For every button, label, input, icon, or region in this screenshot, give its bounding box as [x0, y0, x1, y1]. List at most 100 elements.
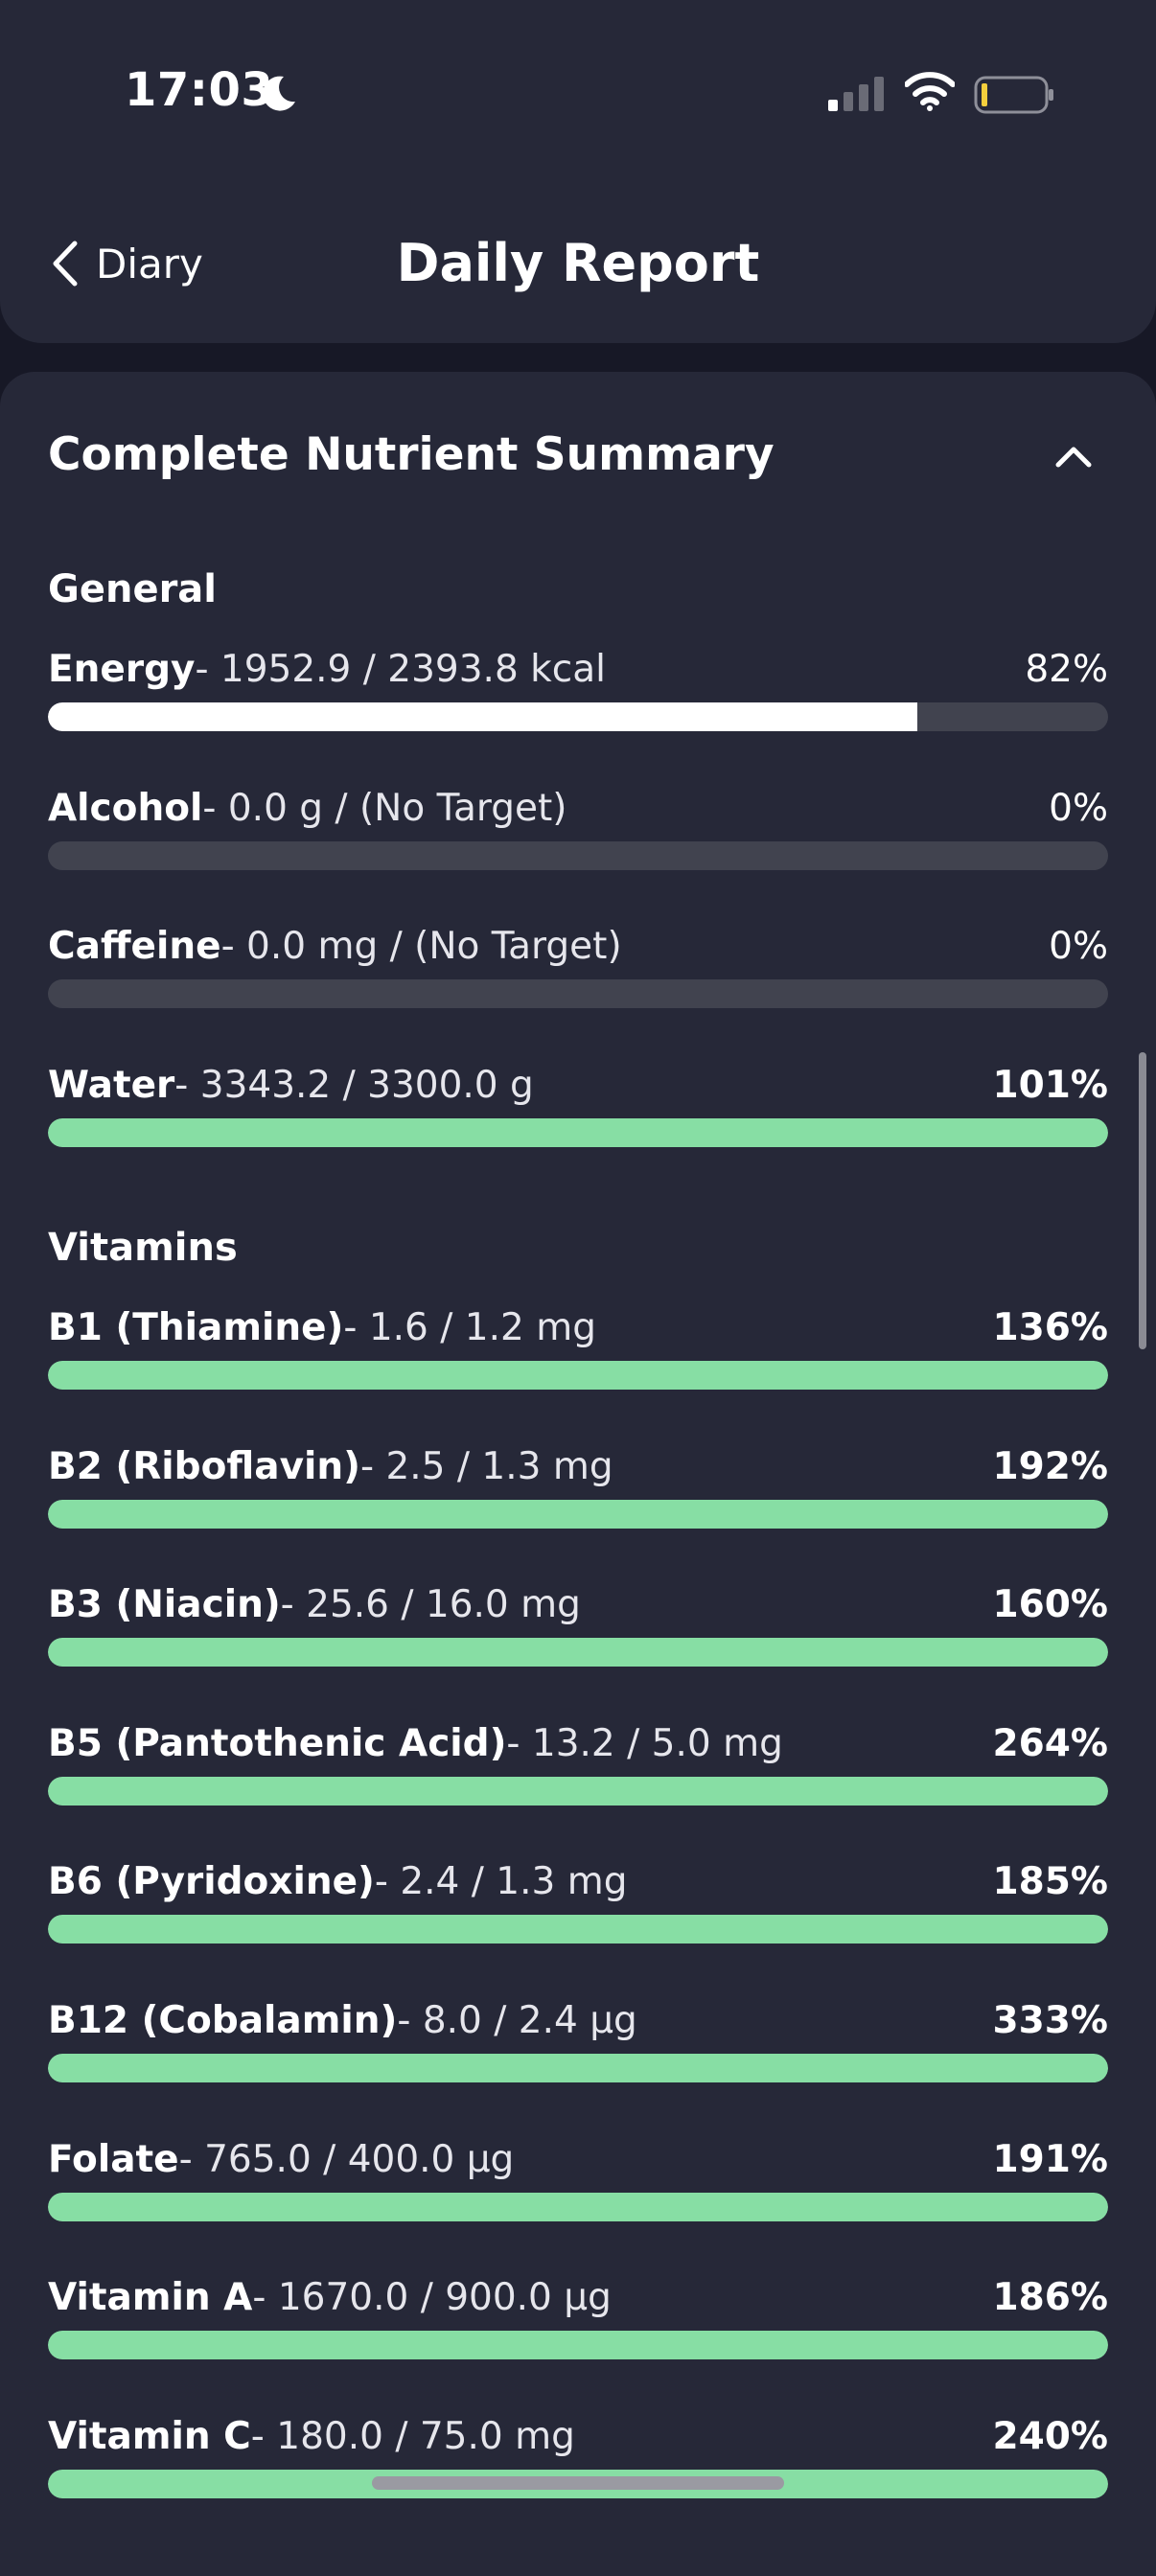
nutrient-percent: 82%: [1025, 648, 1108, 691]
nutrient-name: B1 (Thiamine): [48, 1306, 344, 1349]
nutrient-row: B12 (Cobalamin)- 8.0 / 2.4 µg 333%: [48, 1994, 1108, 2090]
nutrient-amount: - 2.5 / 1.3 mg: [359, 1445, 613, 1488]
nutrient-name: Alcohol: [48, 787, 203, 830]
progress-fill: [48, 2054, 1108, 2082]
progress-track: [48, 2331, 1108, 2359]
navigation-header: 17:03 Diary Daily Report: [0, 0, 1156, 343]
nutrient-label: Energy- 1952.9 / 2393.8 kcal: [48, 643, 606, 697]
progress-track: [48, 1361, 1108, 1390]
nutrient-row: Folate- 765.0 / 400.0 µg 191%: [48, 2133, 1108, 2229]
progress-fill: [48, 1777, 1108, 1806]
progress-fill: [48, 2193, 1108, 2221]
nutrient-amount: - 25.6 / 16.0 mg: [280, 1583, 581, 1626]
nutrient-label: B5 (Pantothenic Acid)- 13.2 / 5.0 mg: [48, 1717, 783, 1771]
nutrient-row: B5 (Pantothenic Acid)- 13.2 / 5.0 mg 264%: [48, 1717, 1108, 1813]
nutrient-amount: - 180.0 / 75.0 mg: [250, 2415, 575, 2458]
nutrient-percent: 264%: [992, 1722, 1109, 1765]
nutrient-row: Vitamin C- 180.0 / 75.0 mg 240%: [48, 2410, 1108, 2506]
nutrient-row: B2 (Riboflavin)- 2.5 / 1.3 mg 192%: [48, 1440, 1108, 1536]
nutrient-amount: - 8.0 / 2.4 µg: [397, 1999, 637, 2042]
nutrient-label: Folate- 765.0 / 400.0 µg: [48, 2133, 514, 2187]
wifi-icon: [905, 72, 955, 111]
summary-title: Complete Nutrient Summary: [48, 428, 775, 481]
nutrient-row: B6 (Pyridoxine)- 2.4 / 1.3 mg 185%: [48, 1855, 1108, 1951]
nutrient-label: B1 (Thiamine)- 1.6 / 1.2 mg: [48, 1301, 596, 1355]
progress-track: [48, 1638, 1108, 1667]
nutrient-amount: - 1670.0 / 900.0 µg: [252, 2276, 612, 2319]
nutrient-row: B1 (Thiamine)- 1.6 / 1.2 mg 136%: [48, 1301, 1108, 1397]
nutrient-label: B12 (Cobalamin)- 8.0 / 2.4 µg: [48, 1994, 637, 2048]
group-title: General: [48, 567, 217, 611]
progress-track: [48, 1118, 1108, 1147]
nutrient-row: Caffeine- 0.0 mg / (No Target) 0%: [48, 920, 1108, 1016]
nutrient-percent: 240%: [992, 2415, 1109, 2458]
nutrient-row: Vitamin A- 1670.0 / 900.0 µg 186%: [48, 2271, 1108, 2367]
nutrient-percent: 0%: [1049, 787, 1108, 830]
nutrient-percent: 191%: [992, 2138, 1109, 2181]
nutrient-name: Water: [48, 1064, 175, 1107]
nutrient-name: B2 (Riboflavin): [48, 1445, 360, 1488]
nutrient-label: Vitamin A- 1670.0 / 900.0 µg: [48, 2271, 612, 2325]
cellular-signal-icon: [828, 77, 884, 111]
nutrient-name: B12 (Cobalamin): [48, 1999, 398, 2042]
nutrient-label: Caffeine- 0.0 mg / (No Target): [48, 920, 622, 974]
progress-fill: [48, 1915, 1108, 1944]
nutrient-amount: - 3343.2 / 3300.0 g: [174, 1064, 534, 1107]
chevron-up-icon[interactable]: [1051, 436, 1097, 474]
progress-track: [48, 841, 1108, 870]
home-indicator[interactable]: [372, 2476, 784, 2490]
nutrient-label: Alcohol- 0.0 g / (No Target): [48, 782, 567, 836]
nutrient-percent: 186%: [992, 2276, 1109, 2319]
nutrient-label: Water- 3343.2 / 3300.0 g: [48, 1059, 534, 1113]
progress-fill: [48, 2331, 1108, 2359]
progress-track: [48, 1915, 1108, 1944]
nutrient-amount: - 0.0 g / (No Target): [202, 787, 567, 830]
nutrient-percent: 0%: [1049, 925, 1108, 968]
nutrient-amount: - 765.0 / 400.0 µg: [178, 2138, 515, 2181]
nutrient-row: Energy- 1952.9 / 2393.8 kcal 82%: [48, 643, 1108, 739]
progress-track: [48, 1777, 1108, 1806]
group-title: Vitamins: [48, 1226, 238, 1270]
battery-icon: [974, 76, 1053, 114]
nutrient-percent: 333%: [992, 1999, 1109, 2042]
moon-icon: [263, 76, 295, 111]
status-time: 17:03: [125, 63, 274, 117]
nutrient-percent: 192%: [992, 1445, 1109, 1488]
nutrient-label: Vitamin C- 180.0 / 75.0 mg: [48, 2410, 575, 2464]
nutrient-amount: - 0.0 mg / (No Target): [220, 925, 622, 968]
nutrient-label: B3 (Niacin)- 25.6 / 16.0 mg: [48, 1578, 581, 1632]
nutrient-percent: 136%: [992, 1306, 1109, 1349]
nutrient-amount: - 13.2 / 5.0 mg: [506, 1722, 783, 1765]
nutrient-name: B5 (Pantothenic Acid): [48, 1722, 507, 1765]
nutrient-amount: - 1952.9 / 2393.8 kcal: [195, 648, 606, 691]
progress-fill: [48, 1118, 1108, 1147]
nutrient-name: Folate: [48, 2138, 179, 2181]
page-title: Daily Report: [396, 233, 760, 293]
nutrient-percent: 160%: [992, 1583, 1109, 1626]
nutrient-row: B3 (Niacin)- 25.6 / 16.0 mg 160%: [48, 1578, 1108, 1674]
nutrient-name: B3 (Niacin): [48, 1583, 281, 1626]
nutrient-row: Water- 3343.2 / 3300.0 g 101%: [48, 1059, 1108, 1155]
nutrient-percent: 185%: [992, 1860, 1109, 1903]
nutrient-name: Vitamin A: [48, 2276, 253, 2319]
progress-fill: [48, 1638, 1108, 1667]
progress-track: [48, 979, 1108, 1008]
progress-fill: [48, 1361, 1108, 1390]
nutrient-name: Caffeine: [48, 925, 221, 968]
nutrient-name: Vitamin C: [48, 2415, 251, 2458]
scrollbar[interactable]: [1139, 1052, 1146, 1349]
nutrient-amount: - 1.6 / 1.2 mg: [343, 1306, 596, 1349]
progress-track: [48, 2193, 1108, 2221]
nutrient-name: B6 (Pyridoxine): [48, 1860, 375, 1903]
nutrient-row: Alcohol- 0.0 g / (No Target) 0%: [48, 782, 1108, 878]
progress-track: [48, 702, 1108, 731]
nutrient-amount: - 2.4 / 1.3 mg: [374, 1860, 628, 1903]
progress-fill: [48, 702, 917, 731]
nutrient-label: B2 (Riboflavin)- 2.5 / 1.3 mg: [48, 1440, 613, 1494]
nutrient-percent: 101%: [992, 1064, 1109, 1107]
progress-track: [48, 2054, 1108, 2082]
progress-fill: [48, 1500, 1108, 1529]
nutrient-name: Energy: [48, 648, 196, 691]
progress-track: [48, 1500, 1108, 1529]
nutrient-label: B6 (Pyridoxine)- 2.4 / 1.3 mg: [48, 1855, 627, 1909]
